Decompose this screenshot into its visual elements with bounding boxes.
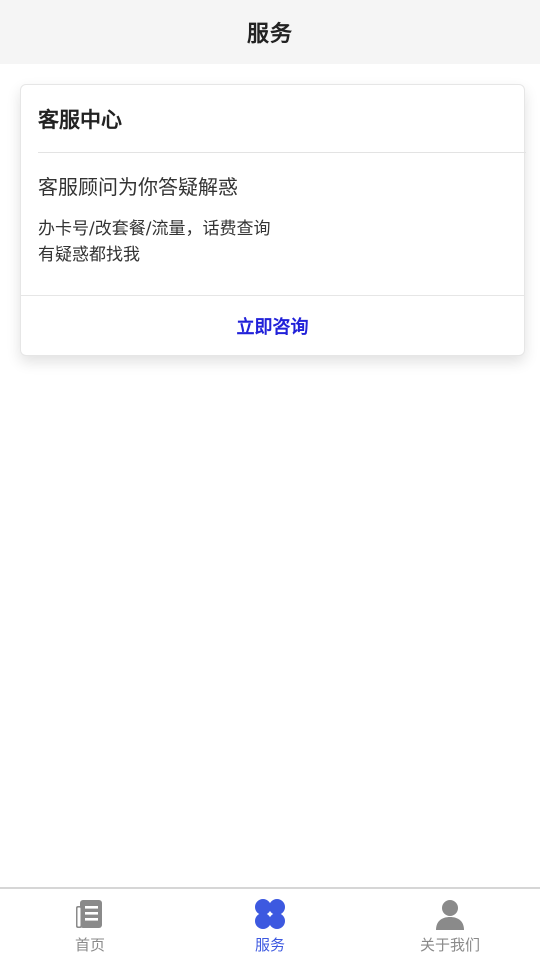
tab-about-us-label: 关于我们: [419, 936, 480, 954]
card-description-line-2: 有疑惑都找我: [38, 245, 140, 265]
consult-now-button[interactable]: 立即咨询: [21, 295, 524, 356]
card-description-line-1: 办卡号/改套餐/流量，话费查询: [38, 219, 271, 239]
grid-icon: [255, 899, 285, 929]
card-header: 客服中心: [38, 85, 526, 153]
navbar: 服务: [0, 0, 540, 64]
card-title: 客服中心: [38, 107, 122, 132]
tab-about-us[interactable]: 关于我们: [360, 889, 540, 960]
customer-service-card: 客服中心 客服顾问为你答疑解惑 办卡号/改套餐/流量，话费查询 有疑惑都找我 立…: [20, 84, 526, 356]
tab-home[interactable]: 首页: [0, 889, 180, 960]
consult-now-label: 立即咨询: [236, 317, 309, 338]
card-subtitle: 客服顾问为你答疑解惑: [38, 175, 238, 199]
tab-service[interactable]: 服务: [180, 889, 360, 960]
tab-home-label: 首页: [74, 936, 105, 954]
card-body: 客服顾问为你答疑解惑 办卡号/改套餐/流量，话费查询 有疑惑都找我: [38, 153, 508, 268]
news-icon: [76, 900, 102, 928]
card-description: 办卡号/改套餐/流量，话费查询 有疑惑都找我: [38, 216, 508, 268]
bottom-tab-bar: 首页 服务 关于我们: [0, 887, 540, 960]
user-icon: [436, 900, 464, 930]
page-title: 服务: [246, 22, 293, 47]
tab-service-label: 服务: [254, 936, 285, 954]
